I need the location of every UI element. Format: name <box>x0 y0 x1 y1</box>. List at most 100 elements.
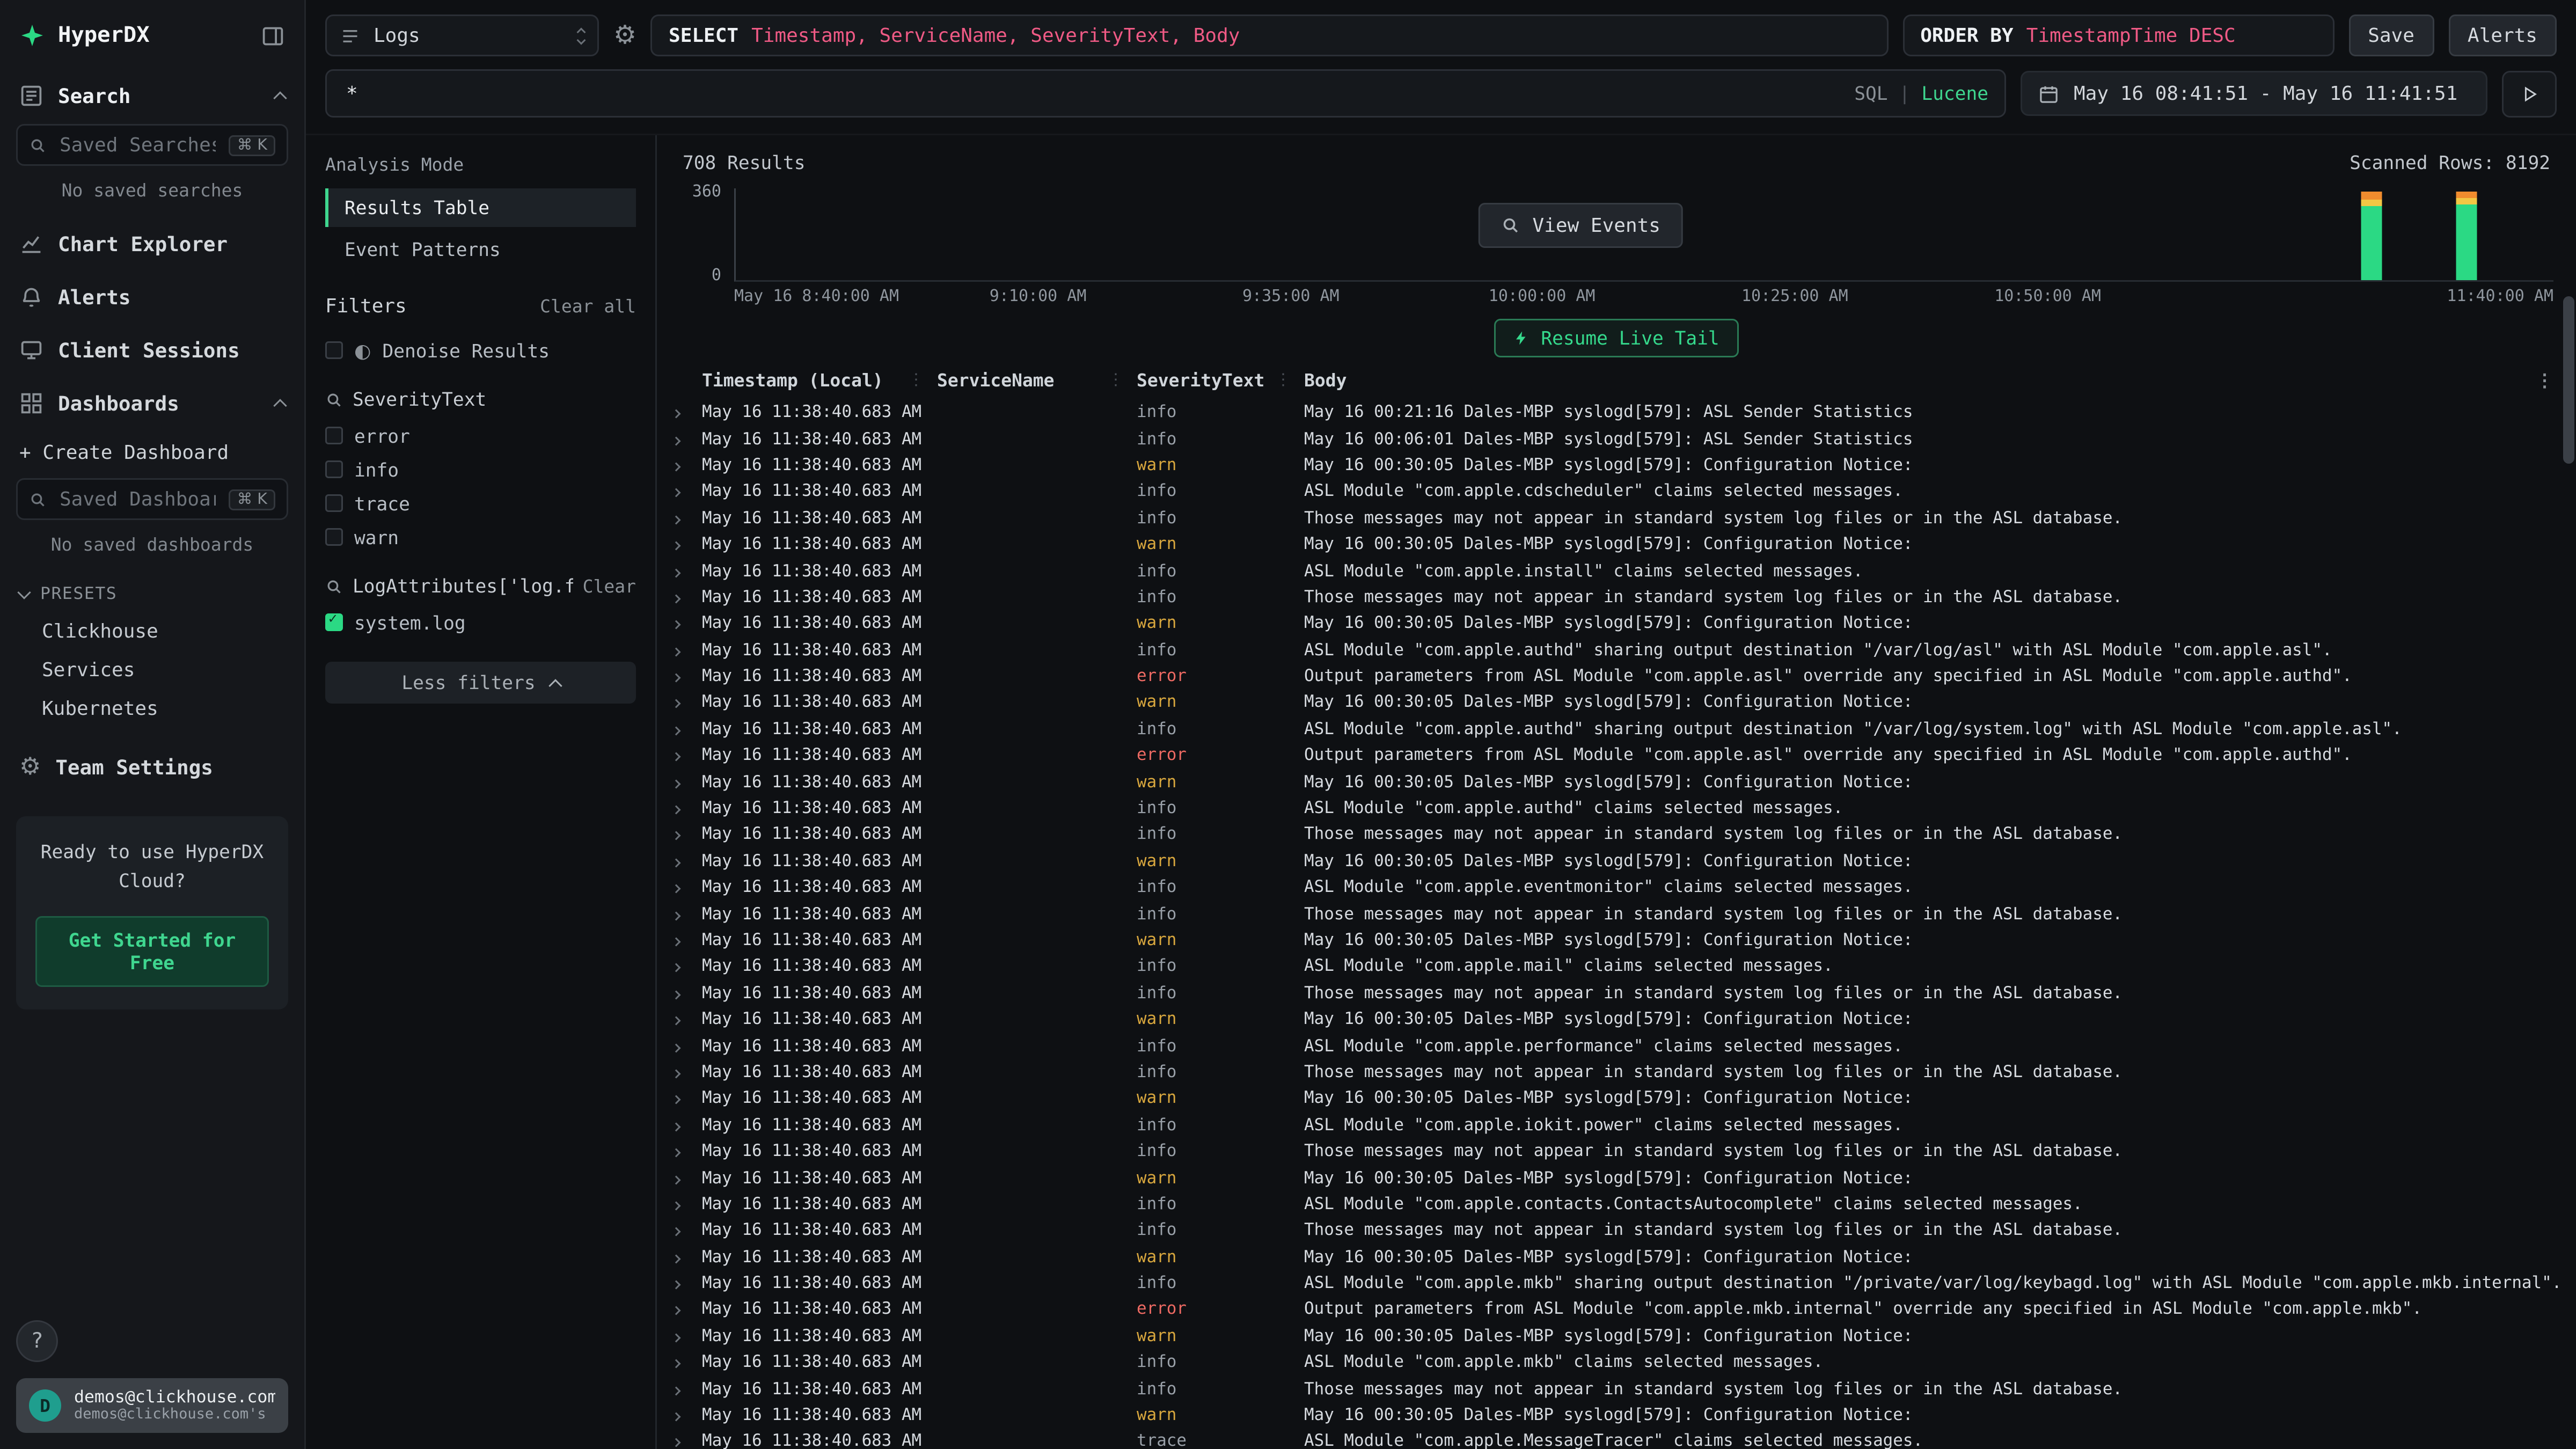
expand-chevron-icon[interactable] <box>673 1221 702 1240</box>
checkbox[interactable] <box>325 528 343 546</box>
expand-chevron-icon[interactable] <box>673 403 702 422</box>
expand-chevron-icon[interactable] <box>673 746 702 765</box>
log-row[interactable]: May 16 11:38:40.683 AM info Those messag… <box>673 1138 2576 1165</box>
expand-chevron-icon[interactable] <box>673 456 702 475</box>
saved-dashboards-box[interactable]: ⌘ K <box>16 478 288 520</box>
preset-clickhouse[interactable]: Clickhouse <box>0 612 304 650</box>
resume-live-tail-button[interactable]: Resume Live Tail <box>1494 319 1738 357</box>
saved-searches-box[interactable]: ⌘ K <box>16 124 288 166</box>
expand-chevron-icon[interactable] <box>673 693 702 712</box>
log-row[interactable]: May 16 11:38:40.683 AM info ASL Module "… <box>673 1349 2576 1375</box>
log-row[interactable]: May 16 11:38:40.683 AM warn May 16 00:30… <box>673 1323 2576 1349</box>
column-header-timestamp[interactable]: Timestamp (Local) ⋮ <box>702 370 937 391</box>
log-row[interactable]: May 16 11:38:40.683 AM warn May 16 00:30… <box>673 927 2576 953</box>
checkbox[interactable] <box>325 494 343 512</box>
log-row[interactable]: May 16 11:38:40.683 AM warn May 16 00:30… <box>673 452 2576 478</box>
view-events-button[interactable]: View Events <box>1478 203 1683 248</box>
sidebar-item-client-sessions[interactable]: Client Sessions <box>0 324 304 377</box>
expand-chevron-icon[interactable] <box>673 429 702 449</box>
less-filters-button[interactable]: Less filters <box>325 662 636 704</box>
clear-all-link[interactable]: Clear all <box>540 296 636 317</box>
log-row[interactable]: May 16 11:38:40.683 AM info Those messag… <box>673 822 2576 848</box>
mode-event-patterns[interactable]: Event Patterns <box>325 230 636 269</box>
expand-chevron-icon[interactable] <box>673 640 702 660</box>
scrollbar-thumb[interactable] <box>2563 296 2574 464</box>
expand-chevron-icon[interactable] <box>673 1432 702 1449</box>
log-row[interactable]: May 16 11:38:40.683 AM info ASL Module "… <box>673 558 2576 584</box>
preset-services[interactable]: Services <box>0 650 304 689</box>
denoise-row[interactable]: ◐ Denoise Results <box>325 333 636 367</box>
filter-option-warn[interactable]: warn <box>325 520 636 554</box>
log-row[interactable]: May 16 11:38:40.683 AM info May 16 00:06… <box>673 426 2576 452</box>
log-row[interactable]: May 16 11:38:40.683 AM info ASL Module "… <box>673 716 2576 742</box>
log-row[interactable]: May 16 11:38:40.683 AM info Those messag… <box>673 505 2576 531</box>
log-row[interactable]: May 16 11:38:40.683 AM warn May 16 00:30… <box>673 848 2576 874</box>
log-row[interactable]: May 16 11:38:40.683 AM info ASL Module "… <box>673 637 2576 663</box>
help-button[interactable]: ? <box>16 1320 58 1362</box>
expand-chevron-icon[interactable] <box>673 1353 702 1372</box>
log-row[interactable]: May 16 11:38:40.683 AM info Those messag… <box>673 901 2576 927</box>
expand-chevron-icon[interactable] <box>673 1063 702 1082</box>
sidebar-item-alerts[interactable]: Alerts <box>0 270 304 324</box>
saved-searches-input[interactable] <box>56 132 219 158</box>
log-row[interactable]: May 16 11:38:40.683 AM info Those messag… <box>673 980 2576 1006</box>
log-row[interactable]: May 16 11:38:40.683 AM info ASL Module "… <box>673 1191 2576 1217</box>
expand-chevron-icon[interactable] <box>673 1379 702 1399</box>
column-resize-handle[interactable]: ⋮ <box>1275 372 1291 390</box>
histogram-bar[interactable] <box>2456 188 2477 280</box>
filter-option-info[interactable]: info <box>325 452 636 486</box>
log-row[interactable]: May 16 11:38:40.683 AM info ASL Module "… <box>673 1112 2576 1138</box>
select-clause-input[interactable]: SELECT Timestamp, ServiceName, SeverityT… <box>651 14 1888 56</box>
save-button[interactable]: Save <box>2348 14 2434 56</box>
checkbox-checked[interactable] <box>325 613 343 631</box>
expand-chevron-icon[interactable] <box>673 588 702 607</box>
log-row[interactable]: May 16 11:38:40.683 AM error Output para… <box>673 1297 2576 1323</box>
log-row[interactable]: May 16 11:38:40.683 AM info ASL Module "… <box>673 795 2576 822</box>
log-row[interactable]: May 16 11:38:40.683 AM info ASL Module "… <box>673 954 2576 980</box>
lang-lucene-option[interactable]: Lucene <box>1921 82 1988 105</box>
expand-chevron-icon[interactable] <box>673 772 702 792</box>
mode-results-table[interactable]: Results Table <box>325 188 636 227</box>
expand-chevron-icon[interactable] <box>673 1089 702 1108</box>
log-row[interactable]: May 16 11:38:40.683 AM warn May 16 00:30… <box>673 531 2576 558</box>
column-header-servicename[interactable]: ServiceName ⋮ <box>937 370 1137 391</box>
expand-chevron-icon[interactable] <box>673 720 702 739</box>
expand-chevron-icon[interactable] <box>673 667 702 686</box>
expand-chevron-icon[interactable] <box>673 1274 702 1293</box>
checkbox[interactable] <box>325 427 343 444</box>
alerts-button[interactable]: Alerts <box>2448 14 2557 56</box>
filter-option-trace[interactable]: trace <box>325 486 636 520</box>
column-header-body[interactable]: Body <box>1304 370 2536 391</box>
expand-chevron-icon[interactable] <box>673 957 702 976</box>
log-row[interactable]: May 16 11:38:40.683 AM info ASL Module "… <box>673 874 2576 901</box>
query-search-box[interactable]: SQL | Lucene <box>325 69 2006 118</box>
log-row[interactable]: May 16 11:38:40.683 AM warn May 16 00:30… <box>673 610 2576 636</box>
expand-chevron-icon[interactable] <box>673 1300 702 1319</box>
log-row[interactable]: May 16 11:38:40.683 AM warn May 16 00:30… <box>673 1006 2576 1033</box>
checkbox[interactable] <box>325 460 343 478</box>
sidebar-collapse-icon[interactable] <box>261 24 285 48</box>
filter-option-system-log[interactable]: system.log <box>325 605 636 639</box>
expand-chevron-icon[interactable] <box>673 614 702 633</box>
expand-chevron-icon[interactable] <box>673 878 702 897</box>
get-started-button[interactable]: Get Started for Free <box>35 916 269 986</box>
date-range-picker[interactable]: May 16 08:41:51 - May 16 11:41:51 <box>2021 71 2487 116</box>
log-row[interactable]: May 16 11:38:40.683 AM error Output para… <box>673 742 2576 769</box>
sidebar-item-dashboards[interactable]: Dashboards <box>0 377 304 430</box>
expand-chevron-icon[interactable] <box>673 1115 702 1135</box>
log-row[interactable]: May 16 11:38:40.683 AM info Those messag… <box>673 584 2576 610</box>
table-menu-icon[interactable]: ⋮ <box>2536 370 2553 391</box>
log-row[interactable]: May 16 11:38:40.683 AM warn May 16 00:30… <box>673 690 2576 716</box>
column-resize-handle[interactable]: ⋮ <box>908 372 924 390</box>
expand-chevron-icon[interactable] <box>673 508 702 528</box>
log-row[interactable]: May 16 11:38:40.683 AM info ASL Module "… <box>673 1033 2576 1059</box>
expand-chevron-icon[interactable] <box>673 931 702 950</box>
sidebar-item-search[interactable]: Search <box>0 68 304 121</box>
source-select[interactable]: Logs <box>325 14 599 56</box>
log-row[interactable]: May 16 11:38:40.683 AM info ASL Module "… <box>673 1270 2576 1297</box>
expand-chevron-icon[interactable] <box>673 561 702 581</box>
log-row[interactable]: May 16 11:38:40.683 AM warn May 16 00:30… <box>673 1085 2576 1111</box>
column-header-severitytext[interactable]: SeverityText ⋮ <box>1137 370 1304 391</box>
log-row[interactable]: May 16 11:38:40.683 AM info Those messag… <box>673 1059 2576 1085</box>
expand-chevron-icon[interactable] <box>673 1327 702 1346</box>
